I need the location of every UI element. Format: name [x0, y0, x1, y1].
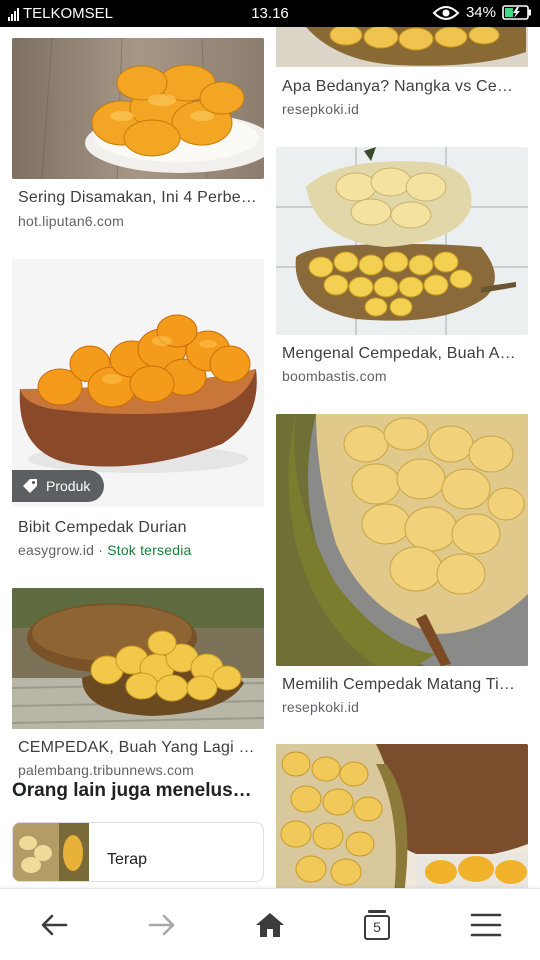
product-badge: Produk [12, 470, 105, 502]
home-icon [256, 913, 284, 937]
result-card[interactable]: Apa Bedanya? Nangka vs Ce… resepkoki.id [276, 27, 528, 125]
result-title[interactable]: CEMPEDAK, Buah Yang Lagi … [18, 739, 262, 757]
result-title[interactable]: Bibit Cempedak Durian [18, 519, 262, 537]
result-image[interactable] [276, 744, 528, 888]
status-bar: TELKOMSEL 13.16 34% [0, 0, 540, 27]
tag-icon [23, 479, 37, 493]
result-source: hot.liputan6.com [18, 213, 124, 229]
tab-count: 5 [373, 919, 381, 935]
tabs-button[interactable]: 5 [357, 907, 397, 943]
related-searches-heading: Orang lain juga menelus… [12, 780, 252, 801]
stock-status: Stok tersedia [107, 542, 192, 558]
tabs-icon: 5 [364, 910, 390, 940]
result-image[interactable] [12, 588, 264, 729]
menu-button[interactable] [466, 907, 506, 943]
result-source: palembang.tribunnews.com [18, 762, 195, 778]
eye-icon [432, 5, 460, 20]
result-card[interactable]: Sering Disamakan, Ini 4 Perbe… hot.liput… [12, 38, 264, 238]
result-title[interactable]: Apa Bedanya? Nangka vs Ce… [282, 78, 526, 96]
related-search-label: Terap [107, 851, 148, 868]
result-card[interactable]: CEMPEDAK, Buah Yang Lagi … palembang.tri… [12, 588, 264, 788]
result-source: resepkoki.id [282, 699, 360, 715]
back-button[interactable] [34, 907, 74, 943]
hamburger-menu-icon [470, 913, 502, 937]
result-title[interactable]: Sering Disamakan, Ini 4 Perbe… [18, 189, 262, 207]
forward-button[interactable] [142, 907, 182, 943]
result-source: boombastis.com [282, 368, 387, 384]
result-source: easygrow.id [18, 542, 95, 558]
result-card[interactable]: Produk Bibit Cempedak Durian easygrow.id… [12, 259, 264, 569]
arrow-left-icon [41, 914, 68, 936]
related-search-thumbnail [13, 823, 89, 881]
arrow-right-icon [148, 914, 175, 936]
browser-toolbar: 5 [0, 888, 540, 960]
result-title[interactable]: Mengenal Cempedak, Buah A… [282, 345, 526, 363]
result-title[interactable]: Memilih Cempedak Matang Ti… [282, 676, 526, 694]
home-button[interactable] [250, 907, 290, 943]
result-source: resepkoki.id [282, 101, 360, 117]
result-image[interactable] [276, 414, 528, 666]
result-image[interactable] [12, 38, 264, 179]
battery-percent: 34% [465, 4, 496, 21]
result-card[interactable] [276, 744, 528, 888]
result-image[interactable] [276, 27, 528, 67]
result-image[interactable] [276, 147, 528, 335]
badge-label: Produk [46, 478, 91, 494]
result-card[interactable]: Memilih Cempedak Matang Ti… resepkoki.id [276, 414, 528, 724]
related-search-card[interactable]: Terap [12, 822, 264, 882]
result-card[interactable]: Mengenal Cempedak, Buah A… boombastis.co… [276, 147, 528, 387]
source-separator: · [94, 542, 108, 558]
image-results-grid: Sering Disamakan, Ini 4 Perbe… hot.liput… [0, 27, 540, 888]
result-source-line: easygrow.id · Stok tersedia [18, 542, 192, 558]
battery-charging-icon [502, 5, 531, 20]
